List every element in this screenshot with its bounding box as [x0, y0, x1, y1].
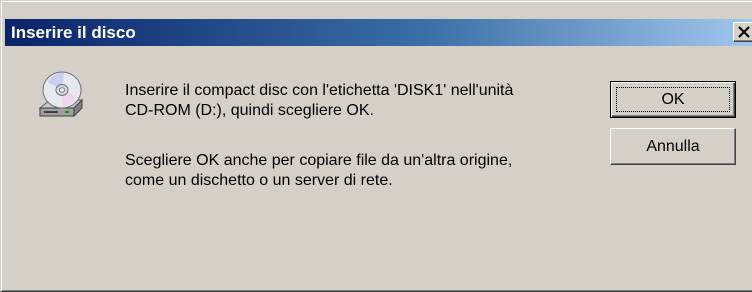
dialog-title: Inserire il disco — [11, 23, 136, 42]
title-bar[interactable]: Inserire il disco — [5, 19, 752, 46]
message-line: Scegliere OK anche per copiare file da u… — [125, 152, 513, 169]
insert-disk-dialog: Inserire il disco Inserire il compact di… — [0, 0, 752, 292]
message-paragraph-2: Scegliere OK anche per copiare file da u… — [125, 151, 512, 191]
cancel-button[interactable]: Annulla — [610, 128, 736, 165]
message-line: CD-ROM (D:), quindi scegliere OK. — [125, 102, 374, 119]
close-icon — [738, 26, 750, 38]
message-line: Inserire il compact disc con l'etichetta… — [125, 82, 514, 99]
ok-button-label: OK — [616, 87, 730, 112]
close-button[interactable] — [733, 22, 752, 42]
message-paragraph-1: Inserire il compact disc con l'etichetta… — [125, 81, 513, 121]
ok-button[interactable]: OK — [610, 81, 736, 118]
message-line: come un dischetto o un server di rete. — [125, 172, 393, 189]
cd-drive-icon — [34, 70, 88, 129]
